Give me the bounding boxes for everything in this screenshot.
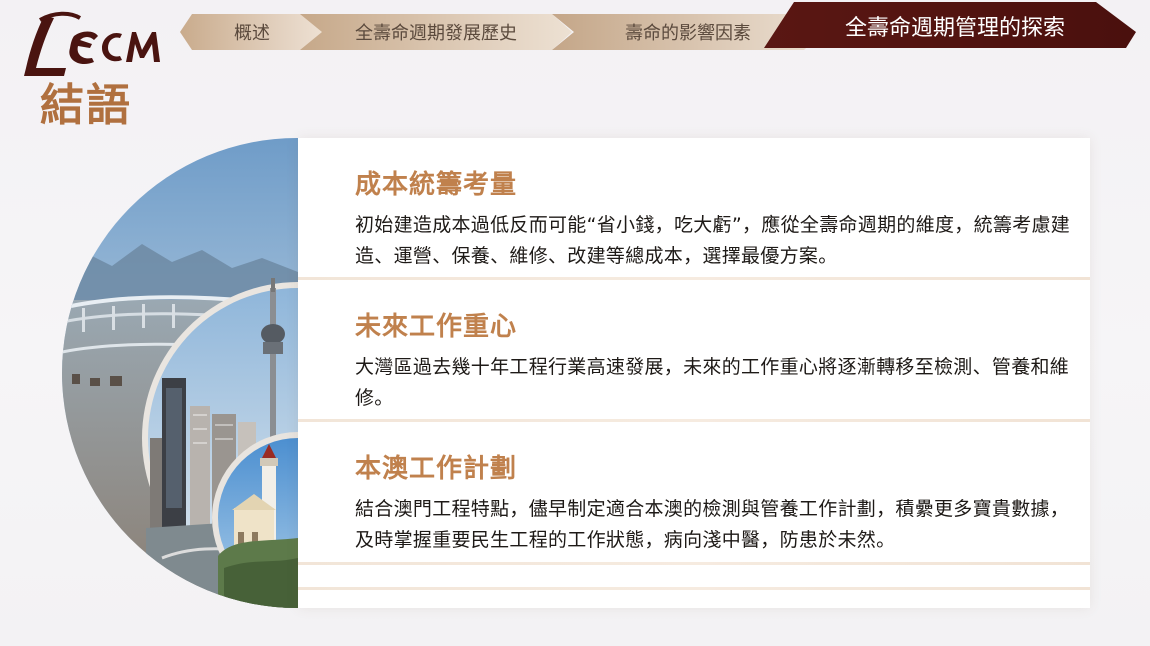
section-divider: [298, 587, 1090, 590]
city-collage-image: [62, 138, 298, 608]
section-body: 結合澳門工程特點，儘早制定適合本澳的檢測與管養工作計劃，積纍更多寶貴數據，及時掌…: [355, 498, 1070, 551]
conclusion-card: 成本統籌考量 初始建造成本過低反而可能“省小錢，吃大虧”，應從全壽命週期的維度，…: [298, 138, 1090, 608]
tab-label: 全壽命週期管理的探索: [844, 16, 1065, 41]
section-divider: [298, 562, 1090, 565]
section-macau-plan: 本澳工作計劃 結合澳門工程特點，儘早制定適合本澳的檢測與管養工作計劃，積纍更多寶…: [298, 422, 1090, 562]
tab-navigation: 概述 全壽命週期發展歷史 壽命的影響因素 全壽命週期管理的探索: [0, 0, 1150, 56]
section-body: 大灣區過去幾十年工程行業高速發展，未來的工作重心將逐漸轉移至檢測、管養和維修。: [355, 356, 1070, 409]
section-heading: 本澳工作計劃: [355, 454, 518, 484]
section-body: 初始建造成本過低反而可能“省小錢，吃大虧”，應從全壽命週期的維度，統籌考慮建造、…: [355, 214, 1071, 267]
page-title: 結語: [40, 80, 132, 131]
tab-lifecycle-history[interactable]: 全壽命週期發展歷史: [300, 14, 572, 50]
city-illustration: [62, 138, 298, 608]
section-heading: 成本統籌考量: [355, 170, 518, 200]
tab-label: 概述: [234, 23, 270, 44]
tab-label: 全壽命週期發展歷史: [355, 23, 517, 44]
section-future-focus: 未來工作重心 大灣區過去幾十年工程行業高速發展，未來的工作重心將逐漸轉移至檢測、…: [298, 280, 1090, 420]
tab-label: 壽命的影響因素: [625, 23, 751, 44]
section-cost-planning: 成本統籌考量 初始建造成本過低反而可能“省小錢，吃大虧”，應從全壽命週期的維度，…: [298, 138, 1090, 278]
tab-lifecycle-management-active[interactable]: 全壽命週期管理的探索: [764, 2, 1136, 48]
section-heading: 未來工作重心: [355, 312, 518, 342]
